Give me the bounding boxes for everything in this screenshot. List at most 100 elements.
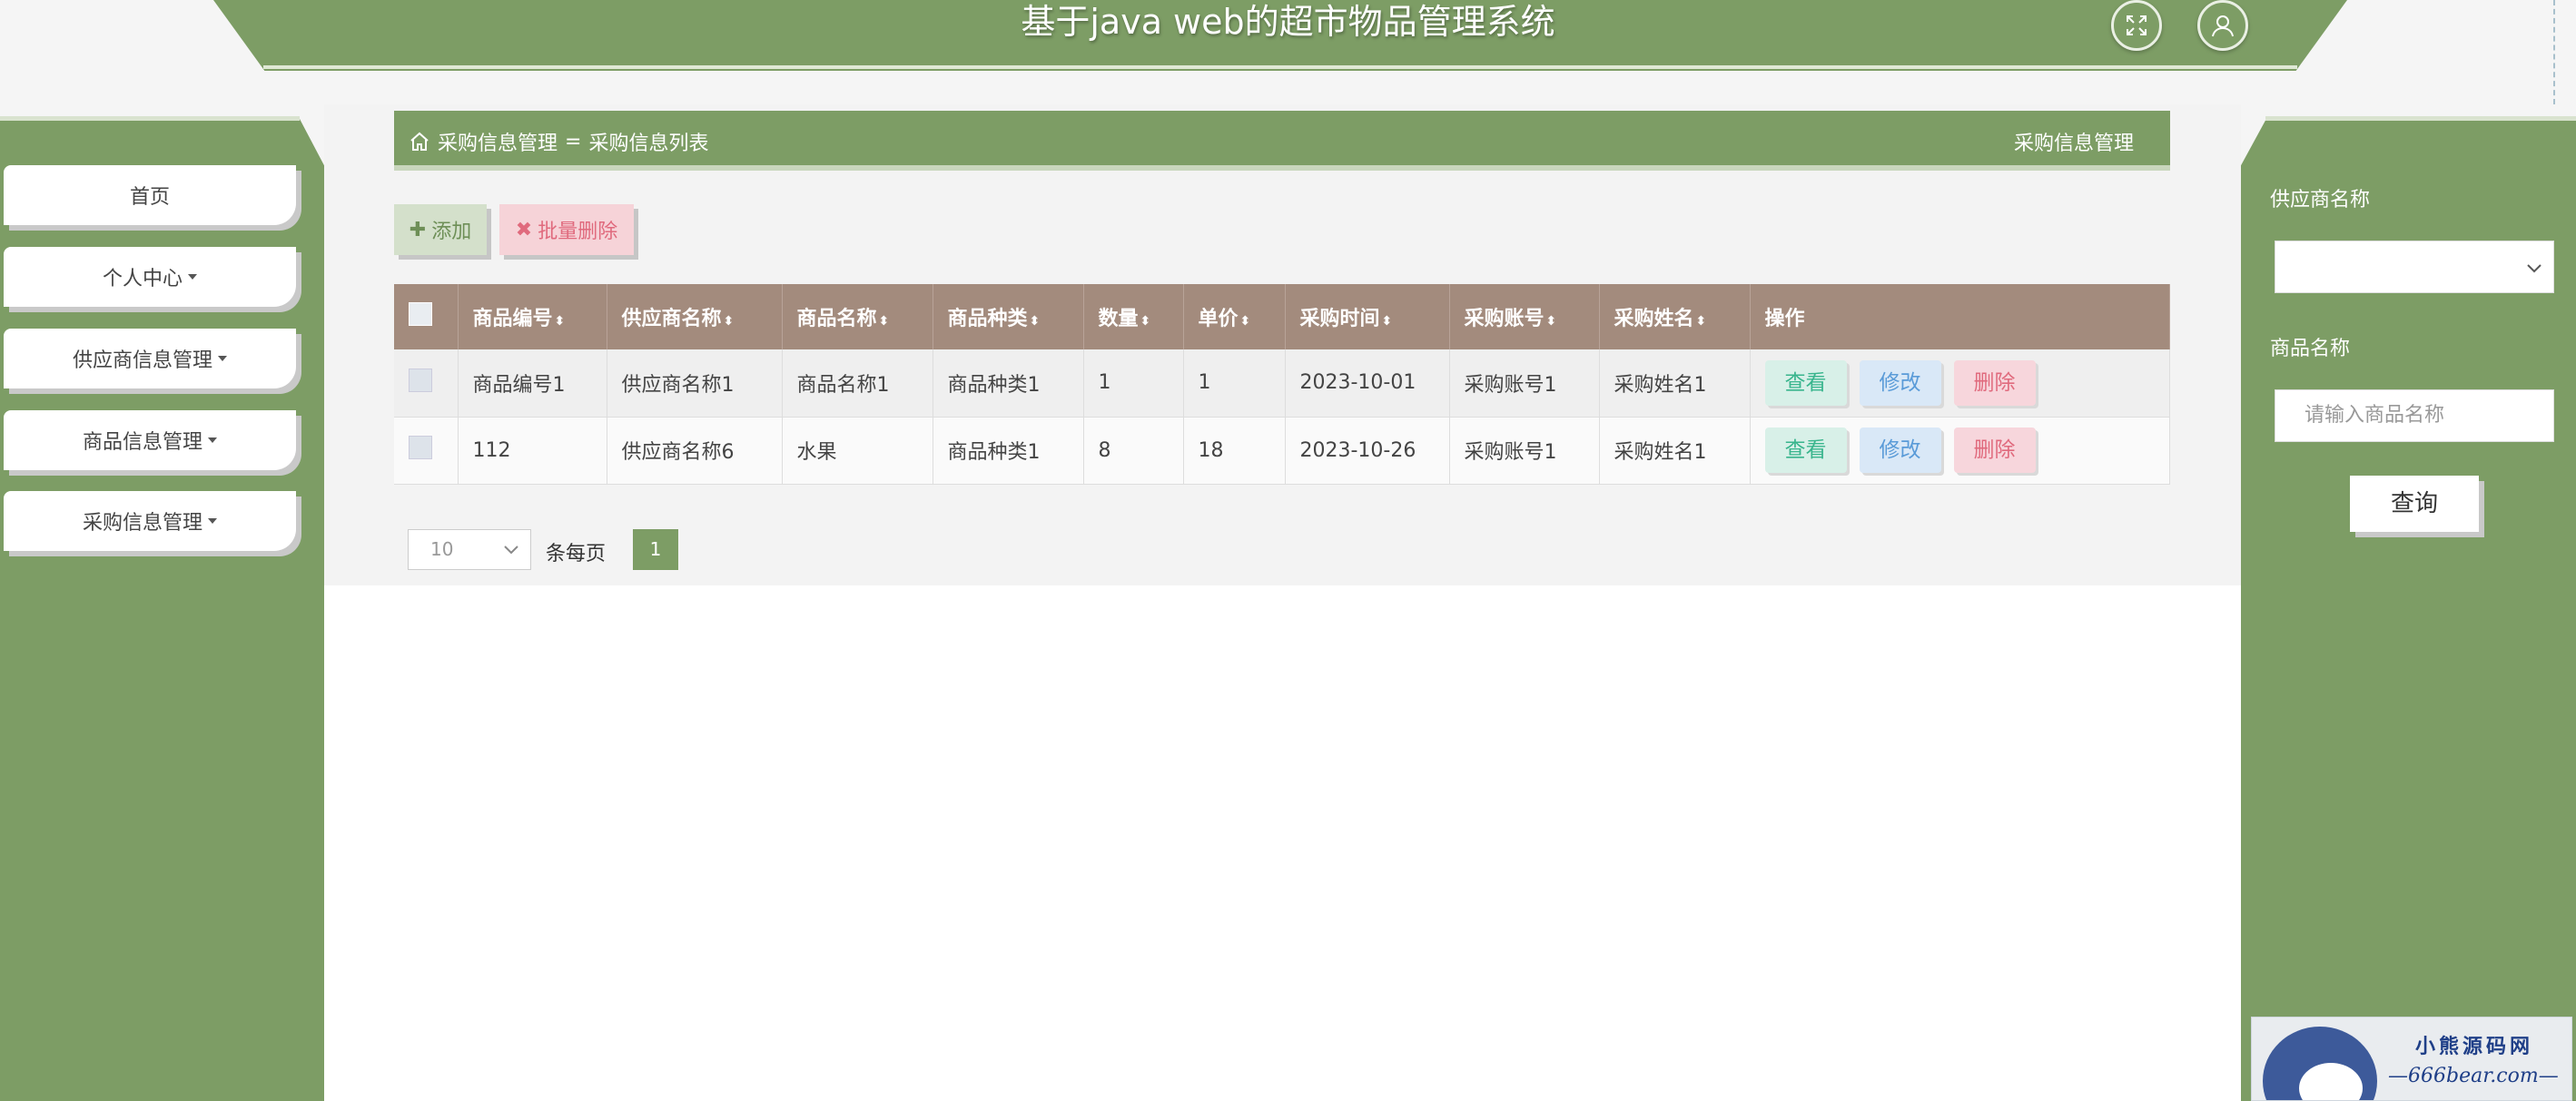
table-cell: 采购账号1 <box>1449 349 1600 418</box>
row-select-cell <box>394 349 459 418</box>
table-cell: 采购姓名1 <box>1599 417 1751 485</box>
edit-button[interactable]: 修改 <box>1859 428 1941 473</box>
query-button[interactable]: 查询 <box>2350 476 2479 532</box>
table-cell: 8 <box>1083 417 1184 485</box>
breadcrumb-separator: = <box>565 130 582 153</box>
app-title: 基于java web的超市物品管理系统 <box>1021 2 1555 42</box>
expand-arrows-icon <box>2127 15 2147 35</box>
table-cell: 商品名称1 <box>782 349 933 418</box>
breadcrumb-underline <box>394 165 2170 171</box>
column-header[interactable]: 采购时间 ⬍ <box>1285 284 1450 349</box>
caret-down-icon <box>218 356 227 361</box>
delete-button[interactable]: 删除 <box>1953 359 2036 406</box>
column-header[interactable]: 单价 ⬍ <box>1183 284 1286 349</box>
sort-icon: ⬍ <box>1381 314 1393 329</box>
row-checkbox[interactable] <box>409 368 432 392</box>
header-underline <box>263 65 2297 69</box>
page-size-select[interactable]: 10 <box>408 529 531 570</box>
breadcrumb-right-title: 采购信息管理 <box>2013 133 2134 155</box>
sidebar-item-purchase-management[interactable]: 采购信息管理 <box>4 491 296 551</box>
sidebar-item-product-management[interactable]: 商品信息管理 <box>4 410 296 470</box>
table-cell: 水果 <box>782 417 933 485</box>
breadcrumb-page: 采购信息列表 <box>588 133 709 155</box>
chevron-down-icon <box>504 546 518 555</box>
sidebar-item-label: 商品信息管理 <box>82 431 202 454</box>
caret-down-icon <box>188 274 197 280</box>
actions-cell: 查看 修改 删除 <box>1750 349 2170 418</box>
table-row: 商品编号1 供应商名称1 商品名称1 商品种类1 1 1 2023-10-01 … <box>394 349 2170 418</box>
column-header[interactable]: 数量 ⬍ <box>1083 284 1184 349</box>
sidebar-item-label: 供应商信息管理 <box>72 349 212 372</box>
column-header[interactable]: 供应商名称 ⬍ <box>607 284 783 349</box>
table-cell: 供应商名称1 <box>607 349 783 418</box>
column-header[interactable]: 采购姓名 ⬍ <box>1599 284 1751 349</box>
table-cell: 供应商名称6 <box>607 417 783 485</box>
supplier-name-label: 供应商名称 <box>2270 189 2371 211</box>
table-cell: 2023-10-26 <box>1285 417 1450 485</box>
watermark-text: 小熊源码网 <box>2415 1036 2534 1058</box>
chevron-down-icon <box>2527 264 2541 273</box>
table-cell: 采购账号1 <box>1449 417 1600 485</box>
caret-down-icon <box>208 437 217 443</box>
delete-button[interactable]: 删除 <box>1953 428 2036 473</box>
sort-icon: ⬍ <box>1239 314 1251 329</box>
sort-icon: ⬍ <box>723 314 735 329</box>
table-cell: 112 <box>458 417 607 485</box>
table-cell: 商品种类1 <box>933 417 1084 485</box>
table-cell: 2023-10-01 <box>1285 349 1450 418</box>
breadcrumb: 采购信息管理 = 采购信息列表 采购信息管理 <box>394 111 2170 171</box>
page-number-current[interactable]: 1 <box>633 529 678 570</box>
page-size-value: 10 <box>430 538 454 560</box>
table-row: 112 供应商名称6 水果 商品种类1 8 18 2023-10-26 采购账号… <box>394 417 2170 485</box>
sidebar-item-home[interactable]: 首页 <box>4 165 296 225</box>
product-name-label: 商品名称 <box>2270 338 2351 360</box>
sort-icon: ⬍ <box>1545 314 1557 329</box>
watermark-logo: 小熊源码网 —666bear.com— <box>2251 1017 2572 1101</box>
right-panel-edge <box>2265 116 2576 121</box>
close-icon: ✖ <box>515 218 533 241</box>
sort-icon: ⬍ <box>1140 314 1151 329</box>
add-button[interactable]: ✚ 添加 <box>394 204 487 255</box>
table-cell: 1 <box>1083 349 1184 418</box>
supplier-name-select[interactable] <box>2275 241 2554 293</box>
actions-cell: 查看 修改 删除 <box>1750 417 2170 485</box>
select-all-checkbox[interactable] <box>409 302 432 326</box>
breadcrumb-section[interactable]: 采购信息管理 <box>438 127 558 156</box>
table-cell: 商品编号1 <box>458 349 607 418</box>
purchase-table: 商品编号 ⬍ 供应商名称 ⬍ 商品名称 ⬍ 商品种类 ⬍ 数量 ⬍ 单价 ⬍ 采购时间 ⬍ 采… <box>394 284 2170 485</box>
plus-icon: ✚ <box>409 218 427 241</box>
select-all-cell <box>394 284 459 349</box>
per-page-label: 条每页 <box>546 543 607 565</box>
column-header[interactable]: 商品名称 ⬍ <box>782 284 933 349</box>
user-icon <box>2212 15 2234 37</box>
table-cell: 18 <box>1183 417 1286 485</box>
product-name-input[interactable]: 请输入商品名称 <box>2275 389 2554 442</box>
column-header[interactable]: 采购账号 ⬍ <box>1449 284 1600 349</box>
edit-button[interactable]: 修改 <box>1859 359 1941 406</box>
sort-icon: ⬍ <box>1695 314 1707 329</box>
bear-logo-icon <box>2263 1027 2377 1100</box>
caret-down-icon <box>208 518 217 524</box>
sort-icon: ⬍ <box>878 314 890 329</box>
view-button[interactable]: 查看 <box>1764 428 1847 473</box>
table-header-row: 商品编号 ⬍ 供应商名称 ⬍ 商品名称 ⬍ 商品种类 ⬍ 数量 ⬍ 单价 ⬍ 采购时间 ⬍ 采… <box>394 284 2170 349</box>
content-blank-area <box>324 585 2241 1101</box>
view-button[interactable]: 查看 <box>1764 359 1847 406</box>
table-cell: 1 <box>1183 349 1286 418</box>
sidebar-item-personal-center[interactable]: 个人中心 <box>4 247 296 307</box>
sidebar-item-label: 首页 <box>129 186 170 209</box>
home-icon <box>410 132 429 151</box>
left-sidebar-edge <box>0 116 300 121</box>
column-header[interactable]: 商品编号 ⬍ <box>458 284 607 349</box>
batch-delete-button[interactable]: ✖ 批量删除 <box>499 204 634 255</box>
page-edge-marker <box>2553 0 2556 104</box>
column-header-actions: 操作 <box>1750 284 2170 349</box>
sidebar-item-label: 个人中心 <box>102 268 183 290</box>
sort-icon: ⬍ <box>554 314 566 329</box>
sidebar-item-supplier-management[interactable]: 供应商信息管理 <box>4 329 296 388</box>
row-checkbox[interactable] <box>409 436 432 459</box>
table-cell: 商品种类1 <box>933 349 1084 418</box>
row-select-cell <box>394 417 459 485</box>
sidebar-item-label: 采购信息管理 <box>82 512 202 535</box>
column-header[interactable]: 商品种类 ⬍ <box>933 284 1084 349</box>
